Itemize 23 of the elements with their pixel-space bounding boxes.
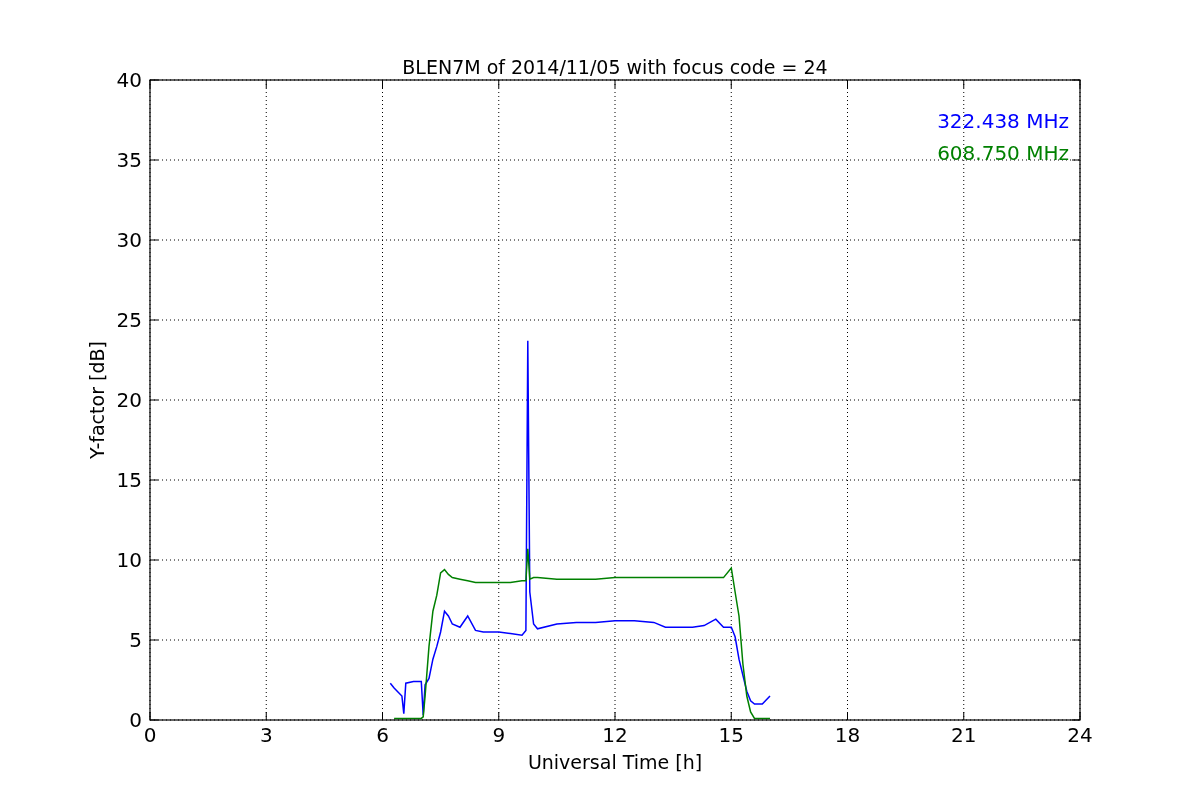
tick-label: 10 bbox=[116, 548, 142, 572]
y-axis-label: Y-factor [dB] bbox=[86, 341, 108, 459]
tick-label: 9 bbox=[492, 723, 506, 747]
legend-entry: 608.750 MHz bbox=[937, 141, 1069, 165]
tick-label: 25 bbox=[116, 308, 142, 332]
tick-label: 40 bbox=[116, 68, 142, 92]
tick-label: 3 bbox=[259, 723, 273, 747]
legend-entry: 322.438 MHz bbox=[937, 109, 1069, 133]
tick-label: 0 bbox=[129, 708, 142, 732]
tick-label: 5 bbox=[129, 628, 142, 652]
tick-label: 18 bbox=[834, 723, 861, 747]
chart-title: BLEN7M of 2014/11/05 with focus code = 24 bbox=[402, 56, 828, 78]
tick-label: 12 bbox=[602, 723, 628, 747]
tick-label: 24 bbox=[1067, 723, 1093, 747]
tick-label: 20 bbox=[116, 388, 142, 412]
tick-label: 15 bbox=[116, 468, 142, 492]
tick-label: 30 bbox=[116, 228, 142, 252]
tick-label: 0 bbox=[143, 723, 157, 747]
tick-label: 35 bbox=[116, 148, 142, 172]
tick-label: 21 bbox=[951, 723, 977, 747]
tick-label: 15 bbox=[718, 723, 744, 747]
x-axis-label: Universal Time [h] bbox=[527, 751, 703, 773]
tick-label: 6 bbox=[376, 723, 389, 747]
